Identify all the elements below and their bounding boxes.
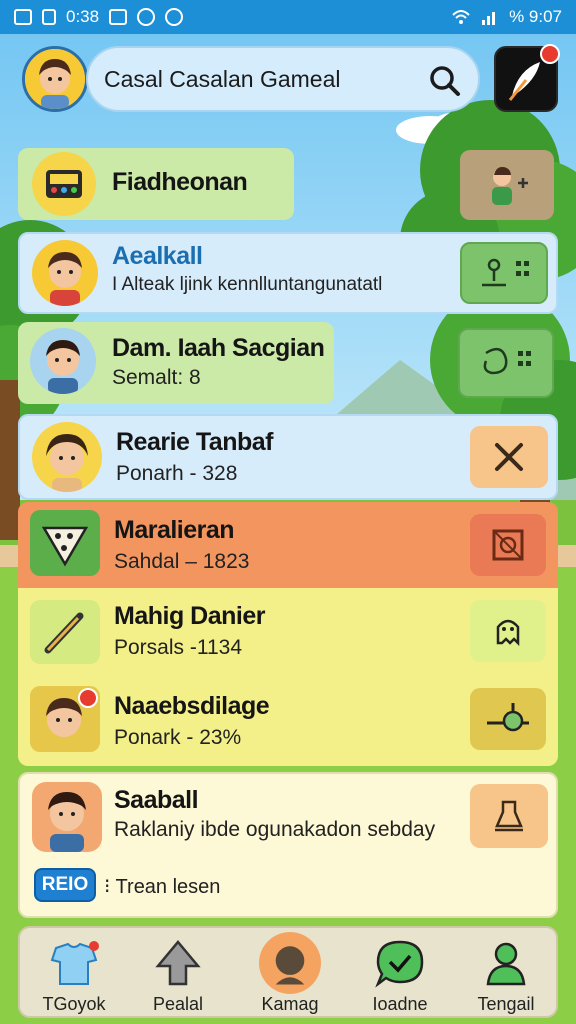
row-title: Aealkall: [112, 242, 203, 270]
row-subtitle: Raklaniy ibde ogunakadon sebday: [114, 818, 436, 841]
hanger-icon: [495, 800, 523, 832]
list-item[interactable]: Dam. Iaah Sacgian Semalt: 8: [18, 322, 334, 404]
calendar-icon: [109, 9, 128, 25]
row-title: Fiadheonan: [112, 168, 248, 196]
nav-item-tgoyok[interactable]: TGoyok: [20, 928, 128, 1020]
list-item[interactable]: Naaebsdilage Ponark - 23%: [18, 676, 558, 766]
notification-badge: [540, 44, 560, 64]
row-subtitle: Semalt: 8: [112, 366, 201, 389]
list-item[interactable]: Mahig Danier Porsals -1134: [18, 588, 558, 676]
nav-item-pealal[interactable]: Pealal: [124, 928, 232, 1020]
controller-icon: [483, 347, 531, 375]
list-item[interactable]: Saaball Raklaniy ibde ogunakadon sebday …: [18, 772, 558, 918]
lever-icon: [487, 703, 529, 732]
row-subtitle: Sahdal – 1823: [114, 550, 250, 573]
character-icon: [259, 932, 321, 994]
row-title: Saaball: [114, 786, 199, 814]
avatar: [30, 328, 96, 394]
avatar: [32, 240, 98, 306]
avatar: [32, 782, 102, 852]
shirt-icon: [50, 941, 99, 985]
nav-label: Pealal: [152, 994, 204, 1014]
row-title: Naaebsdilage: [114, 692, 270, 720]
nav-label: Tengail: [477, 994, 535, 1014]
nav-label: Ioadne: [372, 994, 428, 1014]
radio-icon: [32, 152, 96, 216]
level-badge-text: REIO: [41, 874, 89, 895]
list-item[interactable]: Maralieran Sahdal – 1823: [18, 502, 558, 588]
row-subtitle: I Alteak ljink kennlluntangunatatl: [112, 274, 383, 295]
nav-item-ioadne[interactable]: Ioadne: [346, 928, 454, 1020]
row-title: Dam. Iaah Sacgian: [112, 334, 325, 362]
tools-icon: [495, 443, 523, 471]
level-badge: REIO: [34, 868, 96, 902]
location-icon: [165, 8, 184, 26]
bottom-nav: TGoyok Pealal Kamag Ioadne Tengail: [18, 926, 558, 1018]
row-subtitle: Porsals -1134: [114, 636, 243, 659]
controller-button[interactable]: [458, 328, 554, 398]
signal-app-icon: [42, 9, 56, 25]
wifi-icon: [452, 10, 470, 24]
list-item[interactable]: Fiadheonan: [18, 148, 294, 220]
pen-icon: [30, 600, 100, 664]
avatar: [30, 686, 100, 752]
row-subtitle: Ponarh - 328: [116, 462, 238, 485]
notification-icon: [14, 9, 32, 25]
row-title: Mahig Danier: [114, 602, 265, 630]
hanger-button[interactable]: [470, 784, 548, 848]
arrow-up-icon: [155, 940, 201, 986]
nav-label: TGoyok: [42, 994, 106, 1014]
cell-signal-icon: [482, 12, 496, 25]
status-time-right: % 9:07: [509, 7, 562, 26]
search-text: Casal Casalan Gameal: [104, 65, 341, 92]
quill-button[interactable]: [494, 44, 560, 112]
nav-item-tengail[interactable]: Tengail: [452, 928, 560, 1020]
list-item[interactable]: Aealkall I Alteak ljink kennlluntangunat…: [18, 232, 558, 314]
nav-item-kamag[interactable]: Kamag: [236, 928, 344, 1020]
ghost-button[interactable]: [470, 600, 546, 662]
row-title: Rearie Tanbaf: [116, 428, 273, 456]
trend-text: ⁝ Trean lesen: [104, 876, 221, 898]
status-bar: 0:38 % 9:07: [0, 0, 576, 34]
search-bar[interactable]: Casal Casalan Gameal: [86, 46, 480, 112]
joystick-icon: [482, 258, 529, 287]
profile-avatar[interactable]: [22, 46, 88, 112]
search-icon[interactable]: [428, 64, 462, 98]
tools-button[interactable]: [470, 426, 548, 488]
profile-icon: [486, 942, 526, 986]
row-title: Maralieran: [114, 516, 235, 544]
header: Casal Casalan Gameal: [0, 34, 576, 118]
row-subtitle: Ponark - 23%: [114, 726, 242, 749]
frame-button[interactable]: [470, 514, 546, 576]
notification-badge: [78, 688, 98, 708]
ghost-icon: [496, 619, 520, 647]
pizza-icon: [30, 510, 100, 576]
nav-label: Kamag: [261, 994, 319, 1014]
avatar: [32, 422, 102, 492]
list-item[interactable]: Rearie Tanbaf Ponarh - 328: [18, 414, 558, 500]
sync-icon: [137, 8, 156, 26]
frame-icon: [492, 529, 524, 561]
joystick-button[interactable]: [460, 242, 548, 304]
lever-button[interactable]: [470, 688, 546, 750]
add-person-icon: [492, 167, 528, 205]
add-person-button[interactable]: [460, 150, 554, 220]
status-time-left: 0:38: [66, 7, 100, 26]
chat-check-icon: [375, 940, 424, 988]
